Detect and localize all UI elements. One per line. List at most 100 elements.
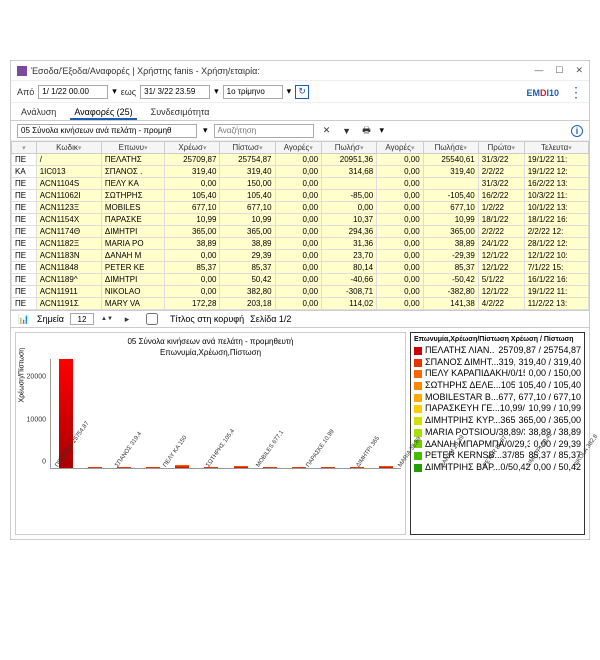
column-header[interactable]: Πωλήσε▾ [423,142,478,154]
title-top-checkbox[interactable] [140,313,164,325]
app-window: Έσοδα/Έξοδα/Αναφορές | Χρήστης fanis - Χ… [10,60,590,540]
close-button[interactable]: ✕ [575,65,583,76]
legend-item: ΠΕΛΑΤΗΣ ΛΙΑΝ...25709,87/25754,8725709,87… [414,345,581,357]
cell: 677,10 [220,202,275,214]
cell: 105,40 [165,190,220,202]
data-grid[interactable]: ▾Κωδικ▾Επωνυ▾Χρέωσ▾Πίστωσ▾Αγορές▾Πωλήσ▾Α… [11,141,589,310]
from-date-input[interactable] [38,85,108,99]
window-title: Έσοδα/Έξοδα/Αναφορές | Χρήστης fanis - Χ… [31,66,534,76]
menu-dots-icon[interactable]: ⋮ [569,87,583,97]
cell: 0,00 [377,226,424,238]
table-row[interactable]: ΠΕACN1104SΠΕΛΥ ΚΑ0,00150,000,000,0031/3/… [12,178,589,190]
brand-logo: EMDI10 [526,84,559,99]
report-select[interactable] [17,124,197,138]
cell: ACN1183Ν [36,250,101,262]
cell: 382,80 [220,286,275,298]
cell: ACN1182Ξ [36,238,101,250]
cell: ΠΕ [12,298,37,310]
minimize-button[interactable]: — [534,65,543,76]
report-dropdown-icon[interactable]: ▾ [203,125,208,136]
column-header[interactable]: Κωδικ▾ [36,142,101,154]
table-row[interactable]: ΠΕACN1189^ΔΙΜΗΤΡΙ0,0050,420,00-40,660,00… [12,274,589,286]
cell: 150,00 [220,178,275,190]
cell: 0,00 [377,286,424,298]
column-header[interactable]: ▾ [12,142,37,154]
cell: ΠΕ [12,190,37,202]
refresh-button[interactable]: ↻ [295,85,309,99]
clear-button[interactable]: ✕ [320,124,334,138]
search-input[interactable] [214,124,314,138]
points-label: Σημεία [37,314,64,324]
table-row[interactable]: ΚΑ1IC013ΣΠΑΝΟΣ .319,40319,400,00314,680,… [12,166,589,178]
column-header[interactable]: Χρέωσ▾ [165,142,220,154]
table-row[interactable]: ΠΕACN1182ΞMARIA PO38,8938,890,0031,360,0… [12,238,589,250]
cell: 85,37 [423,262,478,274]
print-dropdown-icon[interactable]: ▾ [380,125,385,136]
period-select[interactable] [223,85,283,99]
table-row[interactable]: ΠΕACN11848PETER KE85,3785,370,0080,140,0… [12,262,589,274]
points-input[interactable] [70,313,94,325]
to-dropdown-icon[interactable]: ▾ [214,86,219,97]
cell: ACN1104S [36,178,101,190]
chart-toggle-button[interactable]: 📊 [17,312,31,326]
table-row[interactable]: ΠΕ/ΠΕΛΑΤΗΣ25709,8725754,870,0020951,360,… [12,154,589,166]
table-row[interactable]: ΠΕACN11911NIKOLAO0,00382,800,00-308,710,… [12,286,589,298]
nav-prev-button[interactable]: ▸ [120,312,134,326]
chart-subtitle: Επωνυμία,Χρέωση,Πίστωση [20,348,401,357]
cell: -29,39 [423,250,478,262]
info-icon[interactable]: i [571,125,583,137]
cell: 0,00 [275,166,322,178]
cell: 0,00 [275,202,322,214]
table-row[interactable]: ΠΕACN1174ΘΔΙΜΗΤΡΙ365,00365,000,00294,360… [12,226,589,238]
column-header[interactable]: Αγορές▾ [275,142,322,154]
tab-reports[interactable]: Αναφορές (25) [70,105,136,120]
cell: 7/1/22 15: [524,262,588,274]
column-header[interactable]: Πίστωσ▾ [220,142,275,154]
grid-footer: 📊 Σημεία ▲▼ ▸ Τίτλος στη κορυφή Σελίδα 1… [11,310,589,328]
to-date-input[interactable] [140,85,210,99]
cell: 12/1/22 [478,286,524,298]
table-row[interactable]: ΠΕACN11062IΣΩΤΗΡΗΣ105,40105,400,00-85,00… [12,190,589,202]
column-header[interactable]: Αγορές▾ [377,142,424,154]
from-label: Από [17,87,34,97]
cell: 80,14 [322,262,377,274]
from-dropdown-icon[interactable]: ▾ [112,86,117,97]
cell: 4/2/22 [478,298,524,310]
table-row[interactable]: ΠΕACN1154ΧΠΑΡΑΣΚΕ10,9910,990,0010,370,00… [12,214,589,226]
column-header[interactable]: Πωλήσ▾ [322,142,377,154]
cell: 0,00 [377,298,424,310]
column-header[interactable]: Πρώτο▾ [478,142,524,154]
cell: 20951,36 [322,154,377,166]
cell: 18/1/22 [478,214,524,226]
period-dropdown-icon[interactable]: ▾ [287,86,292,97]
cell: 0,00 [165,286,220,298]
cell: 0,00 [275,214,322,226]
maximize-button[interactable]: ☐ [555,65,563,76]
table-row[interactable]: ΠΕACN1123ΞMOBILES677,10677,100,000,000,0… [12,202,589,214]
table-row[interactable]: ΠΕACN1183ΝΔΑΝΑΗ Μ0,0029,390,0023,700,00-… [12,250,589,262]
table-row[interactable]: ΠΕACN1191ΣMARY VA172,28203,180,00114,020… [12,298,589,310]
print-button[interactable]: 🖶 [360,124,374,138]
cell: 0,00 [275,238,322,250]
column-header[interactable]: Επωνυ▾ [101,142,165,154]
filter-button[interactable]: ▼ [340,124,354,138]
cell: 16/2/22 13: [524,178,588,190]
cell: -105,40 [423,190,478,202]
cell: ΣΠΑΝΟΣ . [101,166,165,178]
cell: 0,00 [377,178,424,190]
cell: 105,40 [220,190,275,202]
tab-connectivity[interactable]: Συνδεσιμότητα [147,105,214,120]
cell [322,178,377,190]
cell: 23,70 [322,250,377,262]
cell: 25540,61 [423,154,478,166]
cell: 2/2/22 [478,166,524,178]
tab-analysis[interactable]: Ανάλυση [17,105,60,120]
cell: ΠΕ [12,262,37,274]
cell: ACN1174Θ [36,226,101,238]
cell: 31/3/22 [478,178,524,190]
cell: ACN1189^ [36,274,101,286]
page-label: Σελίδα 1/2 [250,314,291,324]
column-header[interactable]: Τελευτα▾ [524,142,588,154]
cell: 0,00 [275,298,322,310]
points-up-icon[interactable]: ▲▼ [100,312,114,326]
